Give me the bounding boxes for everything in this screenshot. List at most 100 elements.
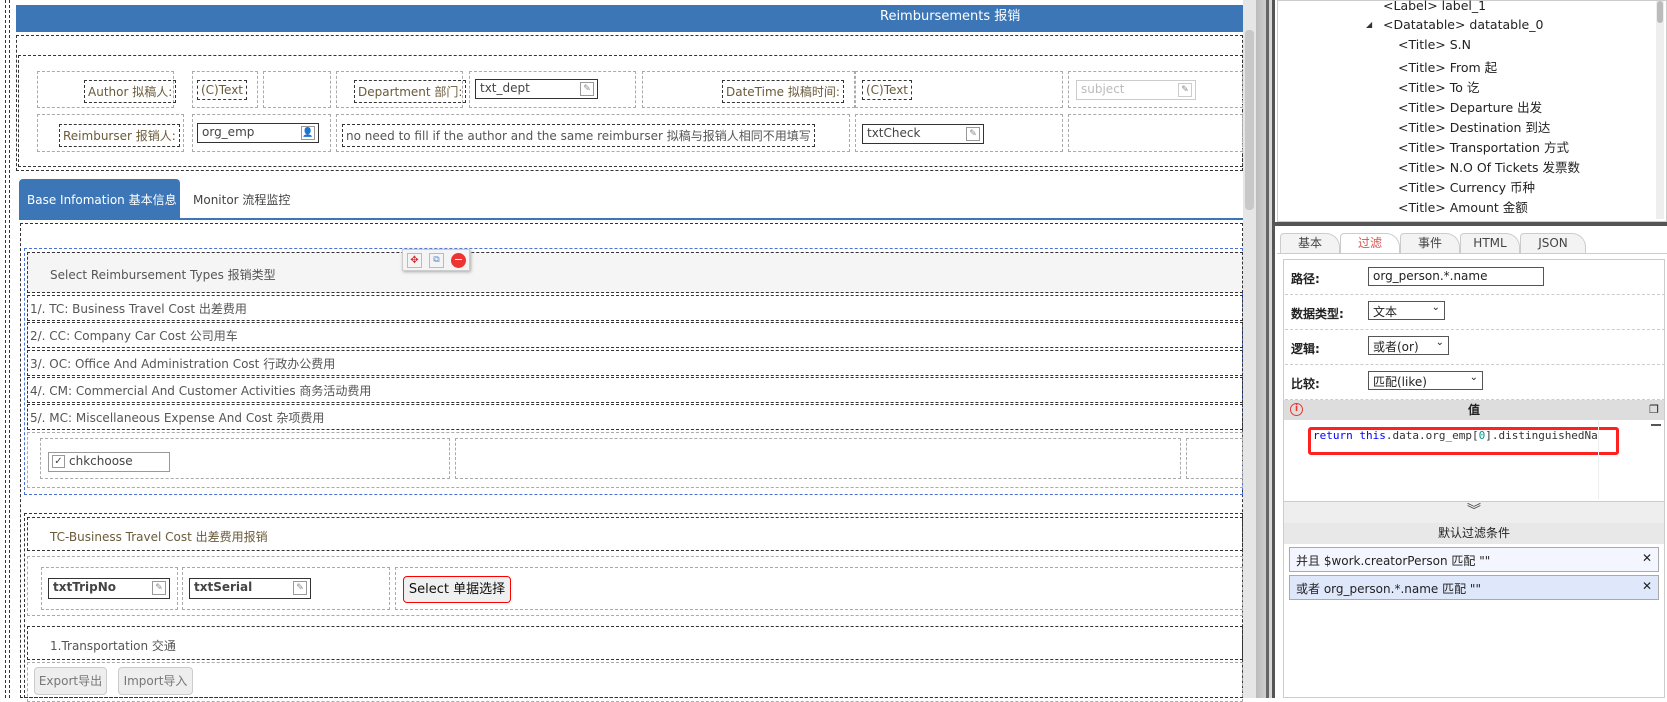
export-button[interactable]: Export导出 bbox=[34, 667, 107, 695]
close-icon[interactable]: ✕ bbox=[1642, 579, 1652, 593]
scrollbar-thumb[interactable] bbox=[1245, 30, 1254, 210]
person-icon: 👤 bbox=[301, 126, 315, 140]
types-header-text: Select Reimbursement Types 报销类型 bbox=[50, 268, 276, 282]
reimburser-value: org_emp bbox=[202, 125, 255, 139]
tab-json[interactable]: JSON bbox=[1520, 233, 1586, 253]
logic-select[interactable]: 或者(or) ⌄ bbox=[1368, 336, 1449, 355]
tree-scrollbar[interactable] bbox=[1656, 1, 1664, 219]
note-text: no need to fill if the author and the sa… bbox=[342, 124, 815, 147]
tree-item[interactable]: <Title> S.N bbox=[1398, 37, 1471, 52]
delete-icon[interactable]: − bbox=[451, 253, 466, 268]
tree-item[interactable]: <Title> Destination 到达 bbox=[1398, 117, 1550, 136]
transport-row bbox=[27, 662, 1243, 702]
datetime-label: DateTime 拟稿时间: bbox=[722, 80, 844, 103]
reimburser-label: Reimburser 报销人: bbox=[59, 124, 180, 147]
info-icon[interactable]: i bbox=[1290, 403, 1303, 416]
types-header: Select Reimbursement Types 报销类型 bbox=[27, 252, 1243, 293]
tab-filter[interactable]: 过滤 bbox=[1340, 233, 1400, 253]
form-scrollbar[interactable] bbox=[1243, 0, 1256, 698]
import-button[interactable]: Import导入 bbox=[118, 667, 193, 695]
tree-item[interactable]: <Title> Transportation 方式 bbox=[1398, 137, 1569, 156]
tree-item[interactable]: <Title> From 起 bbox=[1398, 57, 1497, 76]
expand-chevron-icon[interactable]: ︾ bbox=[1284, 501, 1664, 523]
transport-header: 1.Transportation 交通 bbox=[27, 626, 1243, 660]
serial-input[interactable]: txtSerial ✎ bbox=[189, 578, 311, 599]
code-editor[interactable]: return this.data.org_emp[0].distinguishe… bbox=[1284, 421, 1664, 501]
tc-header: TC-Business Travel Cost 出差费用报销 bbox=[27, 517, 1243, 551]
restore-window-icon[interactable]: ❐ bbox=[1649, 400, 1659, 420]
cell bbox=[263, 71, 331, 108]
edit-icon: ✎ bbox=[152, 581, 166, 595]
type-item-mc[interactable]: 5/. MC: Miscellaneous Expense And Cost 杂… bbox=[27, 404, 1243, 430]
subject-value: subject bbox=[1081, 82, 1125, 96]
check-input[interactable]: txtCheck ✎ bbox=[862, 124, 984, 144]
transport-header-text: 1.Transportation 交通 bbox=[50, 639, 176, 653]
tree-item[interactable]: <Label> label_1 bbox=[1383, 0, 1486, 13]
type-item-cm[interactable]: 4/. CM: Commercial And Customer Activiti… bbox=[27, 377, 1243, 403]
type-row: 数据类型: 文本 ⌄ bbox=[1285, 296, 1665, 330]
tab-monitor[interactable]: Monitor 流程监控 bbox=[193, 191, 290, 208]
department-label: Department 部门: bbox=[354, 80, 467, 103]
cell bbox=[1186, 438, 1243, 479]
reimburser-input[interactable]: org_emp 👤 bbox=[197, 123, 319, 143]
department-value: txt_dept bbox=[480, 81, 530, 95]
condition-text: 并且 $work.creatorPerson 匹配 "" bbox=[1296, 554, 1491, 568]
filter-condition[interactable]: 并且 $work.creatorPerson 匹配 "" ✕ bbox=[1289, 547, 1659, 572]
compare-label: 比较: bbox=[1291, 377, 1320, 391]
type-item-cc[interactable]: 2/. CC: Company Car Cost 公司用车 bbox=[27, 322, 1243, 348]
trip-no-input[interactable]: txtTripNo ✎ bbox=[48, 578, 170, 599]
cell bbox=[395, 567, 1243, 610]
move-icon[interactable]: ✥ bbox=[407, 253, 422, 268]
editor-gutter bbox=[1598, 421, 1599, 499]
chk-value: chkchoose bbox=[69, 454, 133, 468]
element-toolbar: ✥ ⧉ − bbox=[402, 249, 470, 271]
edit-icon: ✎ bbox=[1178, 83, 1192, 97]
tree-item[interactable]: <Title> Departure 出发 bbox=[1398, 97, 1542, 116]
logic-value: 或者(or) bbox=[1373, 340, 1419, 354]
tab-base-information[interactable]: Base Infomation 基本信息 bbox=[19, 179, 180, 218]
cell bbox=[455, 438, 1181, 479]
close-icon[interactable]: ✕ bbox=[1642, 551, 1652, 565]
department-input[interactable]: txt_dept ✎ bbox=[475, 79, 598, 99]
path-label: 路径: bbox=[1291, 272, 1320, 286]
compare-value: 匹配(like) bbox=[1373, 375, 1427, 389]
condition-text: 或者 org_person.*.name 匹配 "" bbox=[1296, 582, 1481, 596]
tab-basic[interactable]: 基本 bbox=[1280, 233, 1340, 253]
tab-line bbox=[1277, 253, 1667, 254]
type-item-tc[interactable]: 1/. TC: Business Travel Cost 出差费用 bbox=[27, 295, 1243, 321]
select-document-button[interactable]: Select 单据选择 bbox=[403, 576, 511, 603]
scrollbar-thumb[interactable] bbox=[1657, 1, 1663, 23]
type-item-oc[interactable]: 3/. OC: Office And Administration Cost 行… bbox=[27, 350, 1243, 376]
value-header-text: 值 bbox=[1467, 403, 1480, 417]
element-tree: <Label> label_1 ◢ <Datatable> datatable_… bbox=[1277, 0, 1667, 222]
compare-select[interactable]: 匹配(like) ⌄ bbox=[1368, 371, 1483, 390]
subject-input[interactable]: subject ✎ bbox=[1076, 80, 1196, 100]
author-value: (C)Text bbox=[197, 80, 248, 100]
tree-item[interactable]: <Title> Currency 币种 bbox=[1398, 177, 1535, 196]
outer-frame-line bbox=[9, 0, 10, 698]
panel-divider[interactable] bbox=[1266, 0, 1269, 698]
edit-icon: ✎ bbox=[966, 127, 980, 141]
chevron-down-icon: ⌄ bbox=[1435, 337, 1444, 348]
tab-html[interactable]: HTML bbox=[1460, 233, 1520, 253]
tc-header-text: TC-Business Travel Cost 出差费用报销 bbox=[50, 530, 268, 544]
type-select[interactable]: 文本 ⌄ bbox=[1368, 301, 1445, 320]
default-filter-header: 默认过滤条件 bbox=[1284, 523, 1664, 544]
tab-events[interactable]: 事件 bbox=[1400, 233, 1460, 253]
chevron-down-icon: ⌄ bbox=[1431, 302, 1440, 313]
copy-icon[interactable]: ⧉ bbox=[429, 253, 444, 268]
logic-label: 逻辑: bbox=[1291, 342, 1320, 356]
edit-icon: ✎ bbox=[580, 82, 594, 96]
filter-condition[interactable]: 或者 org_person.*.name 匹配 "" ✕ bbox=[1289, 575, 1659, 600]
chkchoose-input[interactable]: ✓ chkchoose bbox=[48, 452, 170, 472]
collapse-triangle-icon[interactable]: ◢ bbox=[1366, 20, 1372, 29]
serial-value: txtSerial bbox=[194, 580, 253, 594]
path-input[interactable]: org_person.*.name bbox=[1368, 267, 1544, 286]
tree-item[interactable]: <Title> Amount 金额 bbox=[1398, 197, 1528, 216]
chevron-down-icon: ⌄ bbox=[1469, 372, 1478, 383]
check-value: txtCheck bbox=[867, 126, 921, 140]
tree-item[interactable]: <Datatable> datatable_0 bbox=[1383, 17, 1543, 32]
form-title: Reimbursements 报销 bbox=[880, 9, 1021, 24]
tree-item[interactable]: <Title> N.O Of Tickets 发票数 bbox=[1398, 157, 1580, 176]
tree-item[interactable]: <Title> To 讫 bbox=[1398, 77, 1479, 96]
